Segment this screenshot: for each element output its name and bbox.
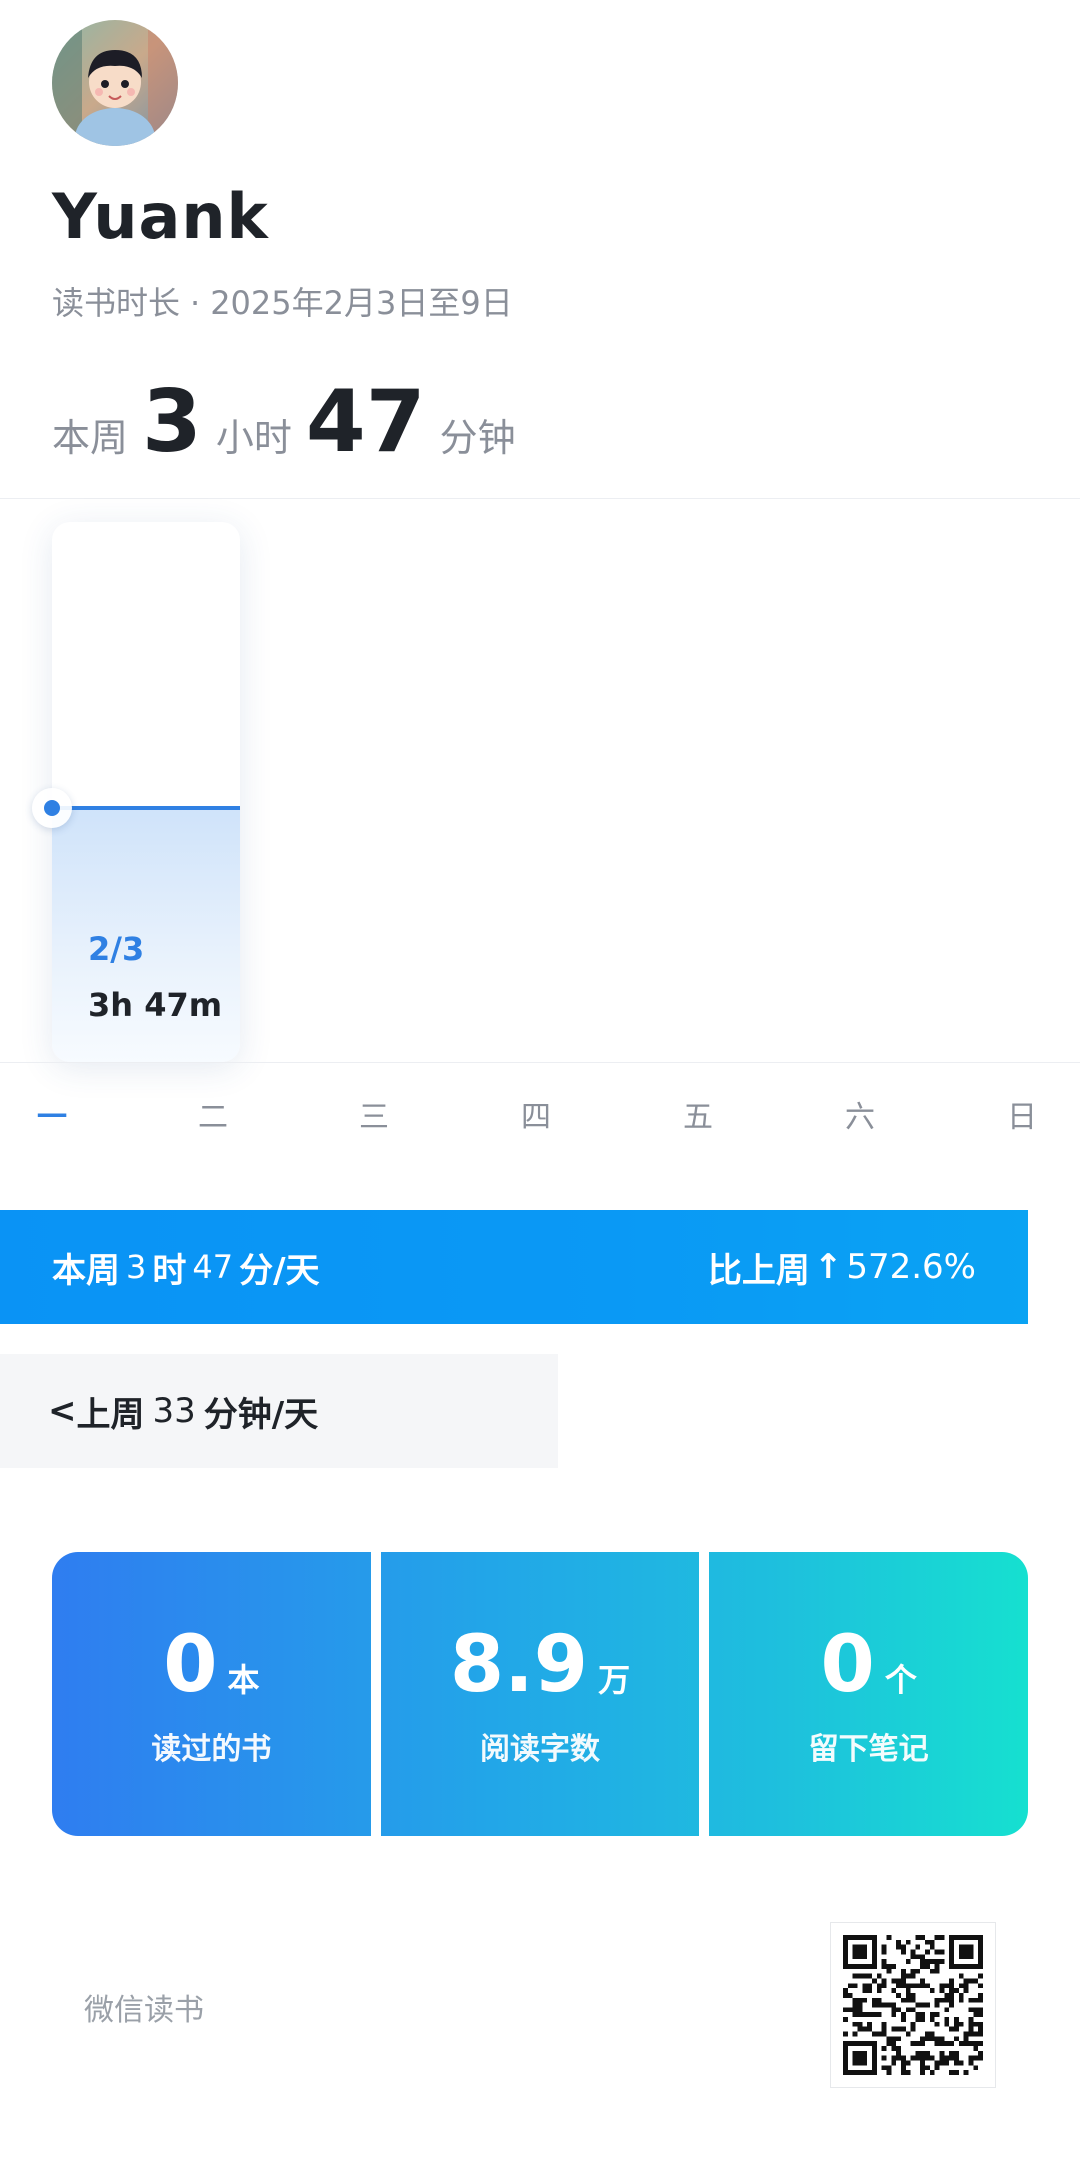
week-total: 本周 3 小时 47 分钟	[52, 372, 516, 472]
day-bar-monday[interactable]: 2/3 3h 47m	[52, 522, 240, 1062]
stat-unit: 万	[598, 1661, 631, 1699]
weekly-average-prefix: 本周	[52, 1250, 120, 1291]
daily-reading-chart: 2/3 3h 47m	[0, 500, 1080, 1062]
arrow-up-icon: ↑	[813, 1247, 843, 1287]
last-week-value: 33	[152, 1391, 196, 1431]
stat-unit: 个	[884, 1661, 917, 1699]
week-total-hours-unit: 小时	[215, 416, 292, 460]
divider	[0, 498, 1080, 499]
weekly-average-banner: 本周 3 时 47 分/天 比上周 ↑ 572.6%	[0, 1210, 1028, 1324]
comparison-label: 比上周	[707, 1250, 810, 1291]
chevron-left-icon: <	[48, 1391, 77, 1431]
stat-value: 0	[163, 1620, 218, 1710]
stat-unit: 本	[227, 1661, 260, 1699]
bar-level-line	[52, 806, 240, 810]
weekly-average-suffix: 分/天	[239, 1250, 320, 1291]
stat-label: 读过的书	[151, 1732, 272, 1767]
weekday-label[interactable]: 一	[22, 1092, 82, 1136]
week-total-hours: 3	[142, 372, 202, 472]
stat-value: 8.9	[449, 1620, 589, 1710]
stat-label: 留下笔记	[808, 1732, 929, 1767]
separator-dot: ·	[190, 284, 201, 322]
weekly-average-hours: 3	[126, 1248, 147, 1286]
last-week-suffix: 分钟/天	[203, 1394, 319, 1435]
weekly-average-minutes: 47	[192, 1248, 234, 1286]
stat-books-read[interactable]: 0 本 读过的书	[52, 1552, 371, 1836]
avatar[interactable]	[52, 20, 178, 146]
bar-date-label: 2/3	[88, 930, 145, 968]
reading-period-subtitle: 读书时长 · 2025年2月3日至9日	[52, 278, 513, 324]
avatar-image	[52, 20, 178, 146]
week-total-prefix: 本周	[52, 416, 129, 460]
weekly-average: 本周 3 时 47 分/天	[52, 1243, 320, 1292]
weekday-label[interactable]: 三	[344, 1092, 404, 1136]
stat-words-read[interactable]: 8.9 万 阅读字数	[370, 1552, 700, 1836]
last-week-button[interactable]: < 上周 33 分钟/天	[0, 1354, 558, 1468]
subtitle-label: 读书时长	[52, 284, 181, 322]
date-range: 2025年2月3日至9日	[210, 284, 513, 322]
weekday-label[interactable]: 五	[668, 1092, 728, 1136]
brand-name: 微信读书	[84, 1993, 204, 2028]
stat-value: 0	[820, 1620, 875, 1710]
weekday-label[interactable]: 六	[830, 1092, 890, 1136]
last-week-label: 上周	[76, 1394, 145, 1435]
bar-level-marker[interactable]	[32, 788, 72, 828]
week-comparison: 比上周 ↑ 572.6%	[708, 1243, 976, 1292]
divider	[0, 1062, 1080, 1063]
week-total-minutes: 47	[305, 372, 426, 472]
weekday-label[interactable]: 日	[992, 1092, 1052, 1136]
reading-stats: 0 本 读过的书 8.9 万 阅读字数 0 个 留下笔记	[52, 1552, 1028, 1836]
week-total-minutes-unit: 分钟	[439, 416, 516, 460]
qr-code	[830, 1922, 996, 2088]
weekly-average-hours-unit: 时	[152, 1250, 187, 1291]
username: Yuank	[52, 180, 269, 253]
weekday-axis: 一二三四五六日	[0, 1092, 1080, 1135]
weekday-label[interactable]: 二	[183, 1092, 243, 1136]
weekday-label[interactable]: 四	[506, 1092, 566, 1136]
bar-duration-label: 3h 47m	[88, 986, 223, 1024]
qr-code-image	[843, 1935, 983, 2075]
stat-label: 阅读字数	[480, 1732, 600, 1767]
stat-notes[interactable]: 0 个 留下笔记	[699, 1552, 1028, 1836]
comparison-value: 572.6%	[846, 1247, 976, 1287]
